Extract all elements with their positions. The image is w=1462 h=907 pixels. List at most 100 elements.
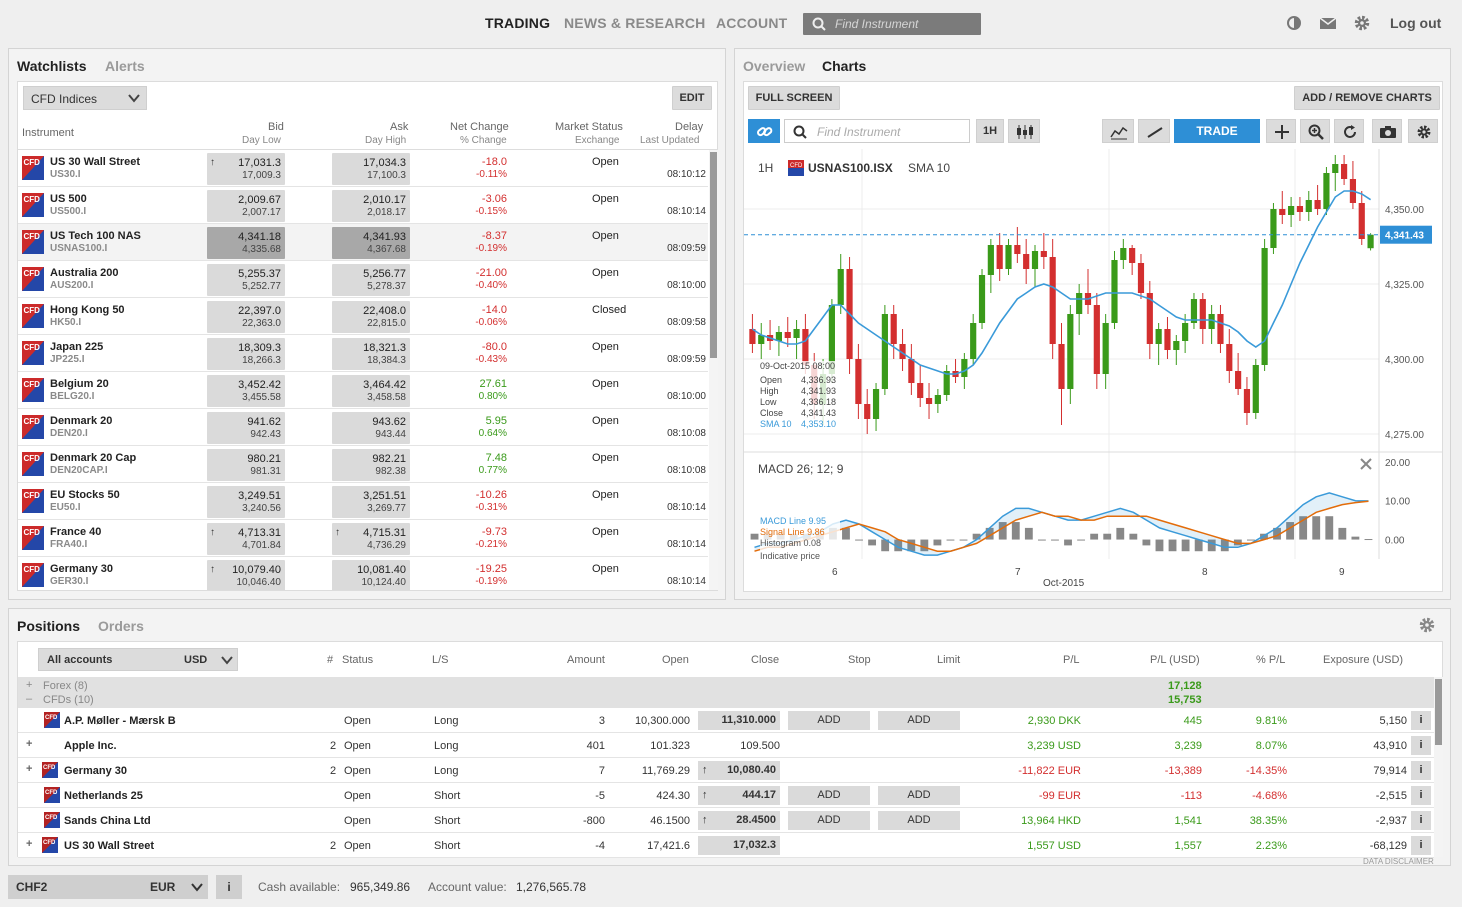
bid-button[interactable]: ↑ 10,079.40 10,046.40 — [207, 560, 285, 590]
trade-button[interactable]: TRADE — [1174, 119, 1260, 143]
ask-button[interactable]: 3,464.42 3,458.58 — [332, 375, 410, 407]
bid-button[interactable]: ↑ 17,031.3 17,009.3 — [207, 153, 285, 185]
ask-button[interactable]: 22,408.0 22,815.0 — [332, 301, 410, 333]
group-forex-label[interactable]: Forex (8) — [43, 680, 88, 692]
position-info-button[interactable]: i — [1411, 811, 1431, 830]
close-price-button[interactable]: ↑ 28.4500 — [698, 811, 780, 830]
close-icon[interactable] — [1360, 458, 1372, 470]
price-chart[interactable]: 4,350.00 4,325.00 4,300.00 4,275.00 4,341.43… — [744, 149, 1442, 591]
edit-button[interactable]: EDIT — [672, 86, 712, 110]
watchlist-scrollbar-thumb[interactable] — [710, 152, 717, 358]
position-row[interactable]: + CFD US 30 Wall Street 2 Open Short -4 17,421.… — [18, 833, 1434, 858]
positions-scrollbar-thumb[interactable] — [1435, 679, 1442, 745]
gear-icon[interactable] — [1353, 14, 1371, 32]
watchlist-row[interactable]: CFD France 40 FRA40.I ↑ 4,713.31 4,701.84 ↑ 4,7… — [18, 520, 708, 557]
close-price-button[interactable]: ↑ 10,080.40 — [698, 761, 780, 780]
close-price-button[interactable]: 11,310.000 — [698, 711, 780, 730]
position-instrument[interactable]: A.P. Møller - Mærsk B — [64, 715, 176, 727]
bid-button[interactable]: 3,249.51 3,240.56 — [207, 486, 285, 518]
position-row[interactable]: CFD Sands China Ltd Open Short -800 46.1500 ↑ 2… — [18, 808, 1434, 833]
ask-button[interactable]: 10,081.40 10,124.40 — [332, 560, 410, 590]
add-limit-button[interactable]: ADD — [878, 711, 960, 730]
watchlist-row[interactable]: CFD Denmark 20 DEN20.I 941.62 942.43 943.62 94… — [18, 409, 708, 446]
ask-button[interactable]: 943.62 943.44 — [332, 412, 410, 444]
position-instrument[interactable]: Sands China Ltd — [64, 815, 151, 827]
data-disclaimer-link[interactable]: DATA DISCLAIMER — [1363, 857, 1434, 866]
tab-positions[interactable]: Positions — [17, 618, 80, 634]
bid-button[interactable]: 2,009.67 2,007.17 — [207, 190, 285, 222]
position-instrument[interactable]: US 30 Wall Street — [64, 840, 154, 852]
full-screen-button[interactable]: FULL SCREEN — [748, 86, 840, 110]
indicators-button[interactable] — [1102, 119, 1134, 143]
snapshot-button[interactable] — [1372, 119, 1402, 143]
watchlist-row[interactable]: CFD Denmark 20 Cap DEN20CAP.I 980.21 981.31 9… — [18, 446, 708, 483]
nav-news-research[interactable]: NEWS & RESEARCH — [564, 15, 705, 31]
group-cfds-label[interactable]: CFDs (10) — [43, 694, 94, 706]
bid-button[interactable]: 5,255.37 5,252.77 — [207, 264, 285, 296]
position-instrument[interactable]: Netherlands 25 — [64, 790, 143, 802]
expand-row-icon[interactable]: + — [26, 838, 32, 850]
bid-button[interactable]: 980.21 981.31 — [207, 449, 285, 481]
mail-icon[interactable] — [1319, 14, 1337, 32]
watchlist-row[interactable]: CFD US Tech 100 NAS USNAS100.I 4,341.18 4,33… — [18, 224, 708, 261]
watchlist-row[interactable]: CFD US 500 US500.I 2,009.67 2,007.17 2,010.17… — [18, 187, 708, 224]
account-switcher[interactable]: CHF2 EUR — [8, 875, 208, 899]
close-price-button[interactable]: ↑ 444.17 — [698, 786, 780, 805]
collapse-cfds-icon[interactable]: – — [26, 693, 32, 705]
position-row[interactable]: CFD A.P. Møller - Mærsk B Open Long 3 10,300.… — [18, 708, 1434, 733]
ask-button[interactable]: 3,251.51 3,269.77 — [332, 486, 410, 518]
account-selector[interactable]: All accounts USD — [38, 648, 238, 671]
ask-button[interactable]: 18,321.3 18,384.3 — [332, 338, 410, 370]
ask-button[interactable]: 2,010.17 2,018.17 — [332, 190, 410, 222]
add-limit-button[interactable]: ADD — [878, 811, 960, 830]
tab-watchlists[interactable]: Watchlists — [17, 58, 87, 74]
add-stop-button[interactable]: ADD — [788, 786, 870, 805]
watchlist-row[interactable]: CFD Japan 225 JP225.I 18,309.3 18,266.3 18,32… — [18, 335, 708, 372]
expand-row-icon[interactable]: + — [26, 763, 32, 775]
bid-button[interactable]: 18,309.3 18,266.3 — [207, 338, 285, 370]
bid-button[interactable]: 4,341.18 4,335.68 — [207, 227, 285, 259]
tab-charts[interactable]: Charts — [822, 58, 866, 74]
add-limit-button[interactable]: ADD — [878, 786, 960, 805]
position-info-button[interactable]: i — [1411, 711, 1431, 730]
bid-button[interactable]: 22,397.0 22,363.0 — [207, 301, 285, 333]
expand-forex-icon[interactable]: + — [26, 679, 32, 691]
watchlist-selector[interactable]: CFD Indices — [23, 86, 147, 110]
position-info-button[interactable]: i — [1411, 836, 1431, 855]
position-instrument[interactable]: Apple Inc. — [64, 740, 117, 752]
watchlist-row[interactable]: CFD Hong Kong 50 HK50.I 22,397.0 22,363.0 22,… — [18, 298, 708, 335]
position-row[interactable]: + Apple Inc. 2 Open Long 401 101.323 109.500 3,2… — [18, 733, 1434, 758]
chart-type-button[interactable] — [1008, 119, 1040, 143]
tab-orders[interactable]: Orders — [98, 618, 144, 634]
contrast-icon[interactable] — [1285, 14, 1303, 32]
bid-button[interactable]: 3,452.42 3,455.58 — [207, 375, 285, 407]
interval-button[interactable]: 1H — [976, 119, 1004, 143]
gear-icon[interactable] — [1418, 616, 1436, 634]
crosshair-button[interactable] — [1266, 119, 1296, 143]
position-row[interactable]: CFD Netherlands 25 Open Short -5 424.30 ↑ 444.1… — [18, 783, 1434, 808]
add-stop-button[interactable]: ADD — [788, 711, 870, 730]
watchlist-row[interactable]: CFD EU Stocks 50 EU50.I 3,249.51 3,240.56 3,2… — [18, 483, 708, 520]
watchlist-row[interactable]: CFD US 30 Wall Street US30.I ↑ 17,031.3 17,00… — [18, 150, 708, 187]
position-instrument[interactable]: Germany 30 — [64, 765, 127, 777]
position-info-button[interactable]: i — [1411, 736, 1431, 755]
watchlist-row[interactable]: CFD Germany 30 GER30.I ↑ 10,079.40 10,046.40 1… — [18, 557, 708, 590]
link-button[interactable] — [748, 119, 780, 143]
ask-button[interactable]: 982.21 982.38 — [332, 449, 410, 481]
expand-row-icon[interactable]: + — [26, 738, 32, 750]
tab-alerts[interactable]: Alerts — [105, 58, 145, 74]
bid-button[interactable]: 941.62 942.43 — [207, 412, 285, 444]
nav-account[interactable]: ACCOUNT — [716, 15, 787, 31]
watchlist-row[interactable]: CFD Belgium 20 BELG20.I 3,452.42 3,455.58 3,4… — [18, 372, 708, 409]
chart-settings-button[interactable] — [1408, 119, 1438, 143]
watchlist-row[interactable]: CFD Australia 200 AUS200.I 5,255.37 5,252.77… — [18, 261, 708, 298]
nav-trading[interactable]: TRADING — [485, 15, 550, 31]
ask-button[interactable]: 4,341.93 4,367.68 — [332, 227, 410, 259]
position-info-button[interactable]: i — [1411, 761, 1431, 780]
logout-link[interactable]: Log out — [1390, 15, 1441, 31]
zoom-button[interactable] — [1300, 119, 1330, 143]
tab-overview[interactable]: Overview — [743, 58, 805, 74]
watchlist-scrollbar-track[interactable] — [709, 150, 718, 590]
ask-button[interactable]: 5,256.77 5,278.37 — [332, 264, 410, 296]
ask-button[interactable]: 17,034.3 17,100.3 — [332, 153, 410, 185]
